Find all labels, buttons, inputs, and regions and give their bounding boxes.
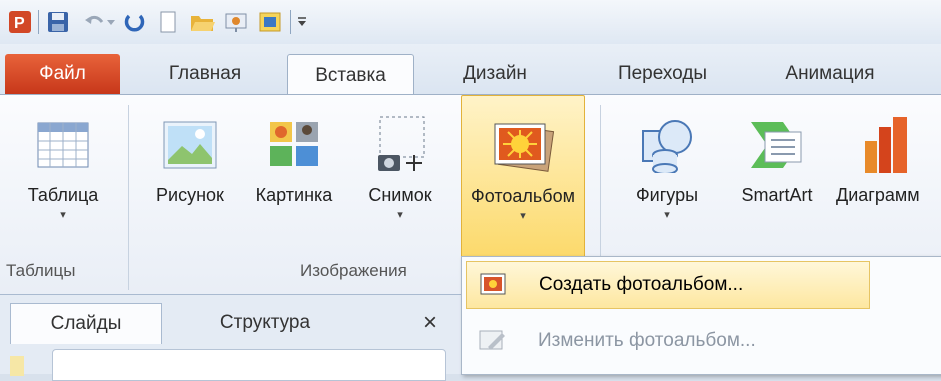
tab-transitions[interactable]: Переходы (590, 54, 735, 94)
chevron-down-icon: ▾ (520, 210, 526, 222)
shapes-button[interactable]: Фигуры ▾ (612, 95, 722, 260)
tab-outline[interactable]: Структура (180, 303, 350, 343)
tab-home[interactable]: Главная (140, 54, 270, 94)
save-icon[interactable] (44, 8, 72, 36)
screenshot-icon (372, 113, 428, 177)
clipart-button[interactable]: Картинка (244, 95, 344, 260)
tab-slides[interactable]: Слайды (10, 303, 162, 344)
menu-item-edit-album[interactable]: Изменить фотоальбом... (466, 317, 870, 365)
photoalbum-label: Фотоальбом (471, 186, 575, 206)
photoalbum-icon (491, 114, 555, 178)
edit-album-label: Изменить фотоальбом... (538, 330, 756, 351)
new-icon[interactable] (154, 8, 182, 36)
clipart-icon (268, 113, 320, 177)
tab-design[interactable]: Дизайн (440, 54, 550, 94)
tab-animations[interactable]: Анимация (760, 54, 900, 94)
open-icon[interactable] (188, 8, 216, 36)
picture-insert-icon (162, 113, 218, 177)
redo-icon[interactable] (120, 8, 148, 36)
photoalbum-menu: Создать фотоальбом... Изменить фотоальбо… (461, 256, 941, 375)
clipart-label: Картинка (255, 185, 333, 205)
slide-selection-marker (10, 356, 24, 376)
picture-label: Рисунок (156, 185, 224, 205)
powerpoint-logo-icon[interactable]: P (6, 8, 34, 36)
smartart-icon (747, 113, 807, 177)
shapes-label: Фигуры (635, 185, 699, 205)
customize-qat-icon[interactable] (292, 8, 312, 36)
group-label-images: Изображения (300, 261, 407, 280)
picture-button[interactable]: Рисунок (140, 95, 240, 260)
chevron-down-icon: ▾ (397, 209, 403, 221)
create-album-icon (475, 266, 513, 304)
shapes-icon (639, 113, 695, 177)
ribbon-tabs: Файл Главная Вставка Дизайн Переходы Ани… (0, 44, 941, 96)
tab-insert[interactable]: Вставка (287, 54, 414, 96)
chevron-down-icon: ▾ (664, 209, 670, 221)
create-album-label: Создать фотоальбом... (539, 274, 744, 295)
chart-icon (859, 113, 915, 177)
smartart-button[interactable]: SmartArt (722, 95, 832, 260)
picture-icon[interactable] (256, 8, 284, 36)
close-icon[interactable]: × (410, 303, 450, 343)
chart-button[interactable]: Диаграмм (832, 95, 941, 260)
screenshot-label: Снимок (368, 185, 432, 205)
photoalbum-button[interactable]: Фотоальбом ▾ (461, 95, 585, 260)
table-icon (37, 113, 89, 177)
menu-item-create-album[interactable]: Создать фотоальбом... (466, 261, 870, 309)
svg-text:P: P (14, 15, 25, 32)
table-label: Таблица (27, 185, 99, 205)
slide-thumbnail[interactable] (52, 349, 446, 381)
smartart-label: SmartArt (741, 185, 813, 205)
chart-label: Диаграмм (836, 185, 920, 205)
screenshot-button[interactable]: Снимок ▾ (350, 95, 450, 260)
edit-album-icon (474, 322, 512, 360)
group-label-tables: Таблицы (6, 261, 76, 280)
table-button[interactable]: Таблица ▾ (8, 95, 118, 260)
chevron-down-icon: ▾ (60, 209, 66, 221)
undo-dropdown-icon[interactable] (104, 8, 118, 36)
title-bar: P (0, 0, 941, 44)
slideshow-icon[interactable] (222, 8, 250, 36)
tab-file[interactable]: Файл (5, 54, 120, 94)
